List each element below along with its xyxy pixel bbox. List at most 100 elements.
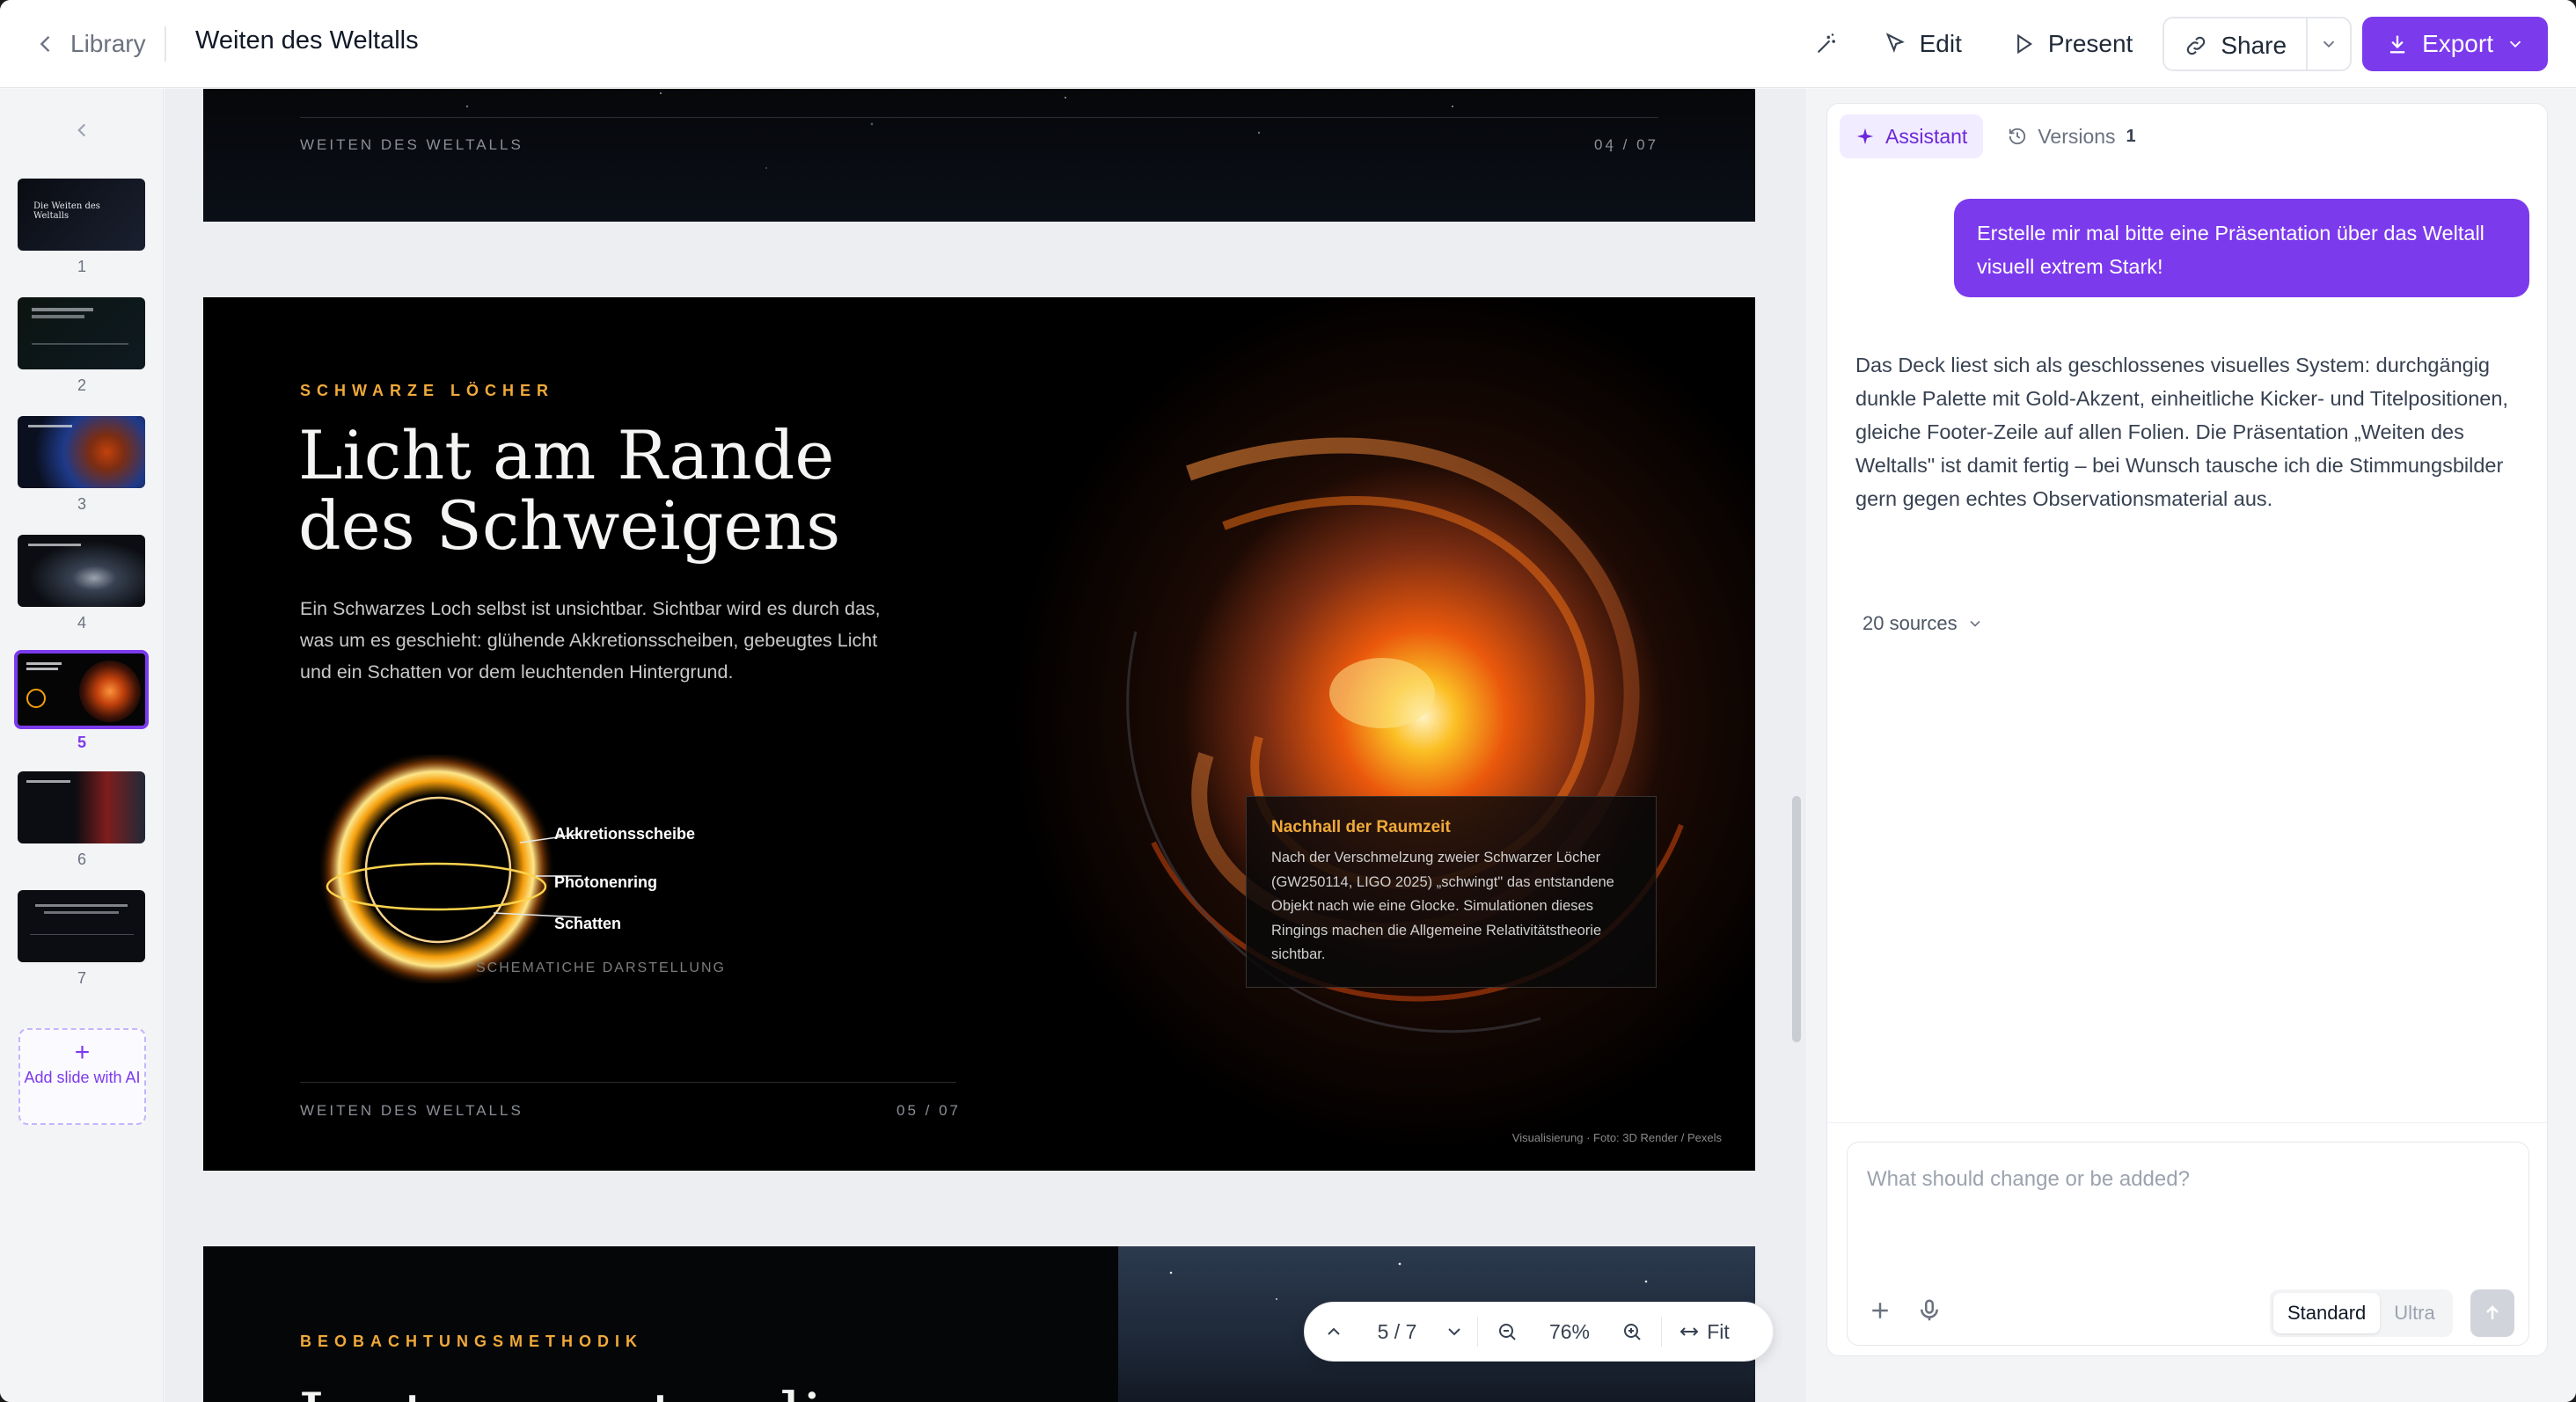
slide-4[interactable]: WEITEN DES WELTALLS 04 / 07 (203, 89, 1755, 222)
top-divider (165, 26, 166, 62)
chevron-down-icon (2323, 40, 2335, 48)
thumbnail-slide-6[interactable] (18, 771, 145, 843)
slide-title: Licht am Rande des Schweigens (298, 420, 914, 561)
back-label: Library (70, 30, 146, 57)
slide-5[interactable]: SCHWARZE LÖCHER Licht am Rande des Schwe… (203, 297, 1755, 1171)
download-icon (2389, 35, 2405, 54)
thumbnail-number: 5 (77, 734, 86, 751)
arrow-up-icon (2486, 1305, 2499, 1319)
callout-title: Nachhall der Raumzeit (1271, 818, 1451, 836)
edit-label: Edit (1919, 30, 1962, 57)
back-to-library-link[interactable]: Library (33, 23, 146, 65)
share-options-dropdown[interactable] (2306, 18, 2350, 69)
slide-footer-rule (300, 117, 1658, 118)
cursor-icon (1885, 33, 1905, 54)
slide-body-text: Ein Schwarzes Loch selbst ist unsichtbar… (300, 598, 881, 683)
chevron-down-icon (1970, 620, 1980, 627)
top-bar: Library Weiten des Weltalls Edit Present… (0, 0, 2576, 88)
zoom-out-button[interactable] (1478, 1302, 1536, 1362)
zoom-in-button[interactable] (1603, 1302, 1661, 1362)
chevron-down-icon (2509, 40, 2521, 48)
link-icon (2187, 36, 2206, 55)
mode-ultra-option[interactable]: Ultra (2380, 1293, 2448, 1333)
export-label: Export (2422, 30, 2493, 57)
collapse-rail-icon[interactable] (70, 119, 93, 142)
history-icon (2009, 128, 2026, 145)
share-button-group: Share (2163, 17, 2353, 71)
slide-thumbnail-rail: Die Weiten des Weltalls 1 2 3 4 5 6 7 + … (0, 89, 164, 1402)
app-window: Library Weiten des Weltalls Edit Present… (0, 0, 2576, 1402)
play-icon (2016, 33, 2032, 55)
canvas-scrollbar[interactable] (1792, 796, 1801, 1042)
panel-divider (1827, 1122, 2547, 1123)
magic-wand-button[interactable] (1800, 17, 1853, 71)
thumbnail-number: 2 (77, 376, 86, 394)
model-mode-toggle: Standard Ultra (2270, 1289, 2453, 1337)
export-button[interactable]: Export (2362, 17, 2548, 71)
thumbnail-slide-3[interactable] (18, 416, 145, 488)
thumbnail-slide-1[interactable]: Die Weiten des Weltalls (18, 179, 145, 251)
slide-footer-left: WEITEN DES WELTALLS (300, 136, 523, 153)
mode-standard-option[interactable]: Standard (2273, 1293, 2381, 1333)
thumbnail-number: 3 (77, 495, 86, 513)
tab-versions-label: Versions (2038, 124, 2116, 148)
plus-icon: + (74, 1038, 91, 1067)
thumbnail-slide-5[interactable] (14, 650, 149, 729)
diagram-label-accretion-disk: Akkretionsscheibe (554, 825, 696, 843)
share-button[interactable]: Share (2164, 18, 2306, 69)
chevron-up-icon (1328, 1327, 1340, 1335)
slide-canvas[interactable]: WEITEN DES WELTALLS 04 / 07 SCHWARZE LÖC… (165, 89, 1806, 1402)
versions-count-badge: 1 (2126, 126, 2136, 146)
share-label: Share (2221, 32, 2287, 59)
send-button[interactable] (2470, 1289, 2514, 1337)
edit-button[interactable]: Edit (1863, 17, 1981, 71)
slide-footer-right: 05 / 07 (896, 1102, 961, 1119)
image-credit: Visualisierung · Foto: 3D Render / Pexel… (1511, 1131, 1722, 1144)
slide-footer-left: WEITEN DES WELTALLS (300, 1102, 523, 1119)
black-hole-image (925, 297, 1755, 1171)
zoom-in-icon (1624, 1324, 1641, 1340)
assistant-message: Das Deck liest sich als geschlossenes vi… (1855, 354, 2508, 510)
zoom-level: 76% (1548, 1319, 1591, 1343)
thumbnail-number: 4 (77, 614, 86, 632)
add-slide-with-ai-button[interactable]: + Add slide with AI (18, 1028, 146, 1125)
slide-title-line-1: Licht am Rande (298, 416, 835, 494)
message-composer: Standard Ultra (1847, 1142, 2529, 1346)
next-slide-button[interactable] (1431, 1302, 1477, 1362)
top-actions: Edit Present Share Export (1800, 16, 2548, 72)
tab-versions[interactable]: Versions 1 (1992, 114, 2151, 158)
sources-toggle[interactable]: 20 sources (1862, 612, 1984, 635)
previous-slide-button[interactable] (1305, 1302, 1363, 1362)
black-hole-schematic (318, 755, 582, 983)
slide-footer-right: 04 / 07 (1594, 136, 1658, 153)
document-title[interactable]: Weiten des Weltalls (195, 26, 419, 55)
thumbnail-slide-2[interactable] (18, 297, 145, 369)
present-button[interactable]: Present (1992, 17, 2153, 71)
composer-input[interactable] (1867, 1162, 2500, 1197)
slide-kicker: SCHWARZE LÖCHER (300, 382, 554, 399)
chevron-left-icon (40, 36, 50, 52)
assistant-panel: Assistant Versions 1 Erstelle mir mal bi… (1826, 103, 2548, 1356)
add-slide-label: Add slide with AI (24, 1069, 141, 1086)
fit-to-width-button[interactable]: Fit (1662, 1302, 1746, 1362)
arrows-horizontal-icon (1680, 1327, 1699, 1336)
plus-icon[interactable] (1867, 1297, 1893, 1324)
slide-kicker: BEOBACHTUNGSMETHODIK (300, 1333, 643, 1350)
slide-title-line-2: des Schweigens (298, 486, 841, 565)
panel-tabs: Assistant Versions 1 (1840, 114, 2152, 158)
slide-title: Instrumente, die (298, 1378, 863, 1402)
star-field (465, 92, 1613, 169)
page-indicator: 5 / 7 (1377, 1319, 1417, 1343)
sparkle-icon (1856, 128, 1874, 145)
microphone-icon[interactable] (1916, 1297, 1943, 1324)
thumbnail-title: Die Weiten des Weltalls (33, 201, 100, 221)
thumbnail-slide-4[interactable] (18, 535, 145, 607)
thumbnail-number: 1 (77, 258, 86, 275)
magic-wand-icon (1817, 33, 1835, 54)
thumbnail-number: 6 (77, 851, 86, 868)
zoom-navigation-pill: 5 / 7 76% Fit (1304, 1302, 1774, 1362)
info-callout: Nachhall der Raumzeit Nach der Verschmel… (1246, 796, 1657, 988)
thumbnail-slide-7[interactable] (18, 890, 145, 962)
tab-assistant[interactable]: Assistant (1840, 114, 1984, 158)
slide-footer-rule (300, 1082, 956, 1083)
